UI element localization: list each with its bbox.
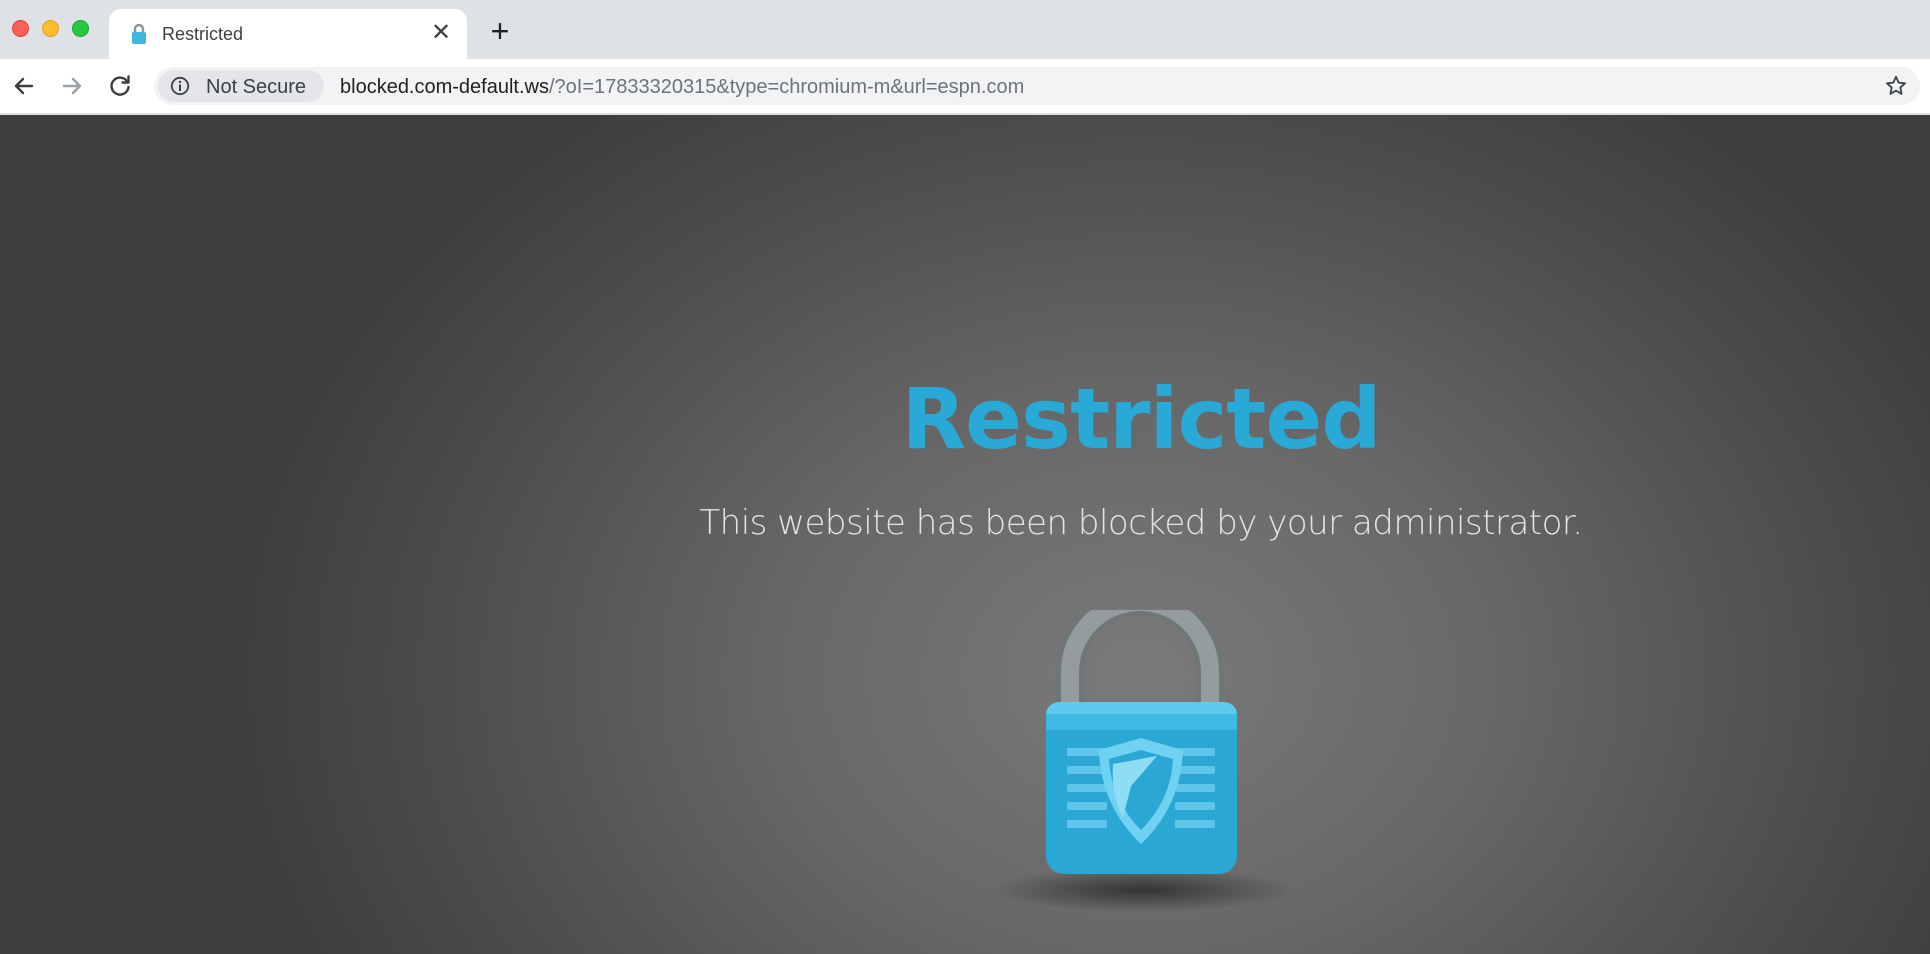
window-minimize-button[interactable] bbox=[42, 20, 59, 37]
close-tab-icon[interactable]: ✕ bbox=[429, 21, 453, 45]
security-label: Not Secure bbox=[206, 76, 307, 98]
blocked-page: Restricted This website has been blocked… bbox=[0, 115, 1930, 954]
padlock-shield-icon bbox=[992, 610, 1292, 912]
reload-button[interactable] bbox=[106, 72, 134, 100]
address-bar[interactable]: Not Secure blocked.com-default.ws/?oI=17… bbox=[154, 67, 1920, 105]
active-tab[interactable]: Restricted ✕ bbox=[109, 9, 467, 59]
security-indicator[interactable]: Not Secure bbox=[158, 70, 324, 102]
back-arrow-icon bbox=[14, 77, 34, 95]
url-path: /?oI=17833320315&type=chromium-m&url=esp… bbox=[548, 76, 1025, 98]
page-title: Restricted bbox=[901, 370, 1381, 468]
url-text[interactable]: blocked.com-default.ws/?oI=17833320315&t… bbox=[340, 76, 1024, 99]
browser-toolbar: Not Secure blocked.com-default.ws/?oI=17… bbox=[0, 59, 1930, 114]
new-tab-button[interactable]: + bbox=[485, 15, 515, 47]
reload-icon bbox=[110, 75, 130, 96]
url-host: blocked.com-default.ws bbox=[340, 76, 549, 98]
forward-arrow-icon bbox=[62, 77, 82, 95]
tab-strip: Restricted ✕ + bbox=[0, 0, 1930, 59]
window-close-button[interactable] bbox=[12, 20, 29, 37]
tab-title: Restricted bbox=[162, 24, 244, 44]
info-icon bbox=[170, 76, 190, 96]
forward-button[interactable] bbox=[58, 72, 86, 100]
back-button[interactable] bbox=[10, 72, 38, 100]
window-maximize-button[interactable] bbox=[72, 20, 89, 37]
star-icon[interactable] bbox=[1884, 74, 1908, 98]
block-message: This website has been blocked by your ad… bbox=[699, 503, 1583, 543]
lock-icon bbox=[132, 23, 146, 44]
